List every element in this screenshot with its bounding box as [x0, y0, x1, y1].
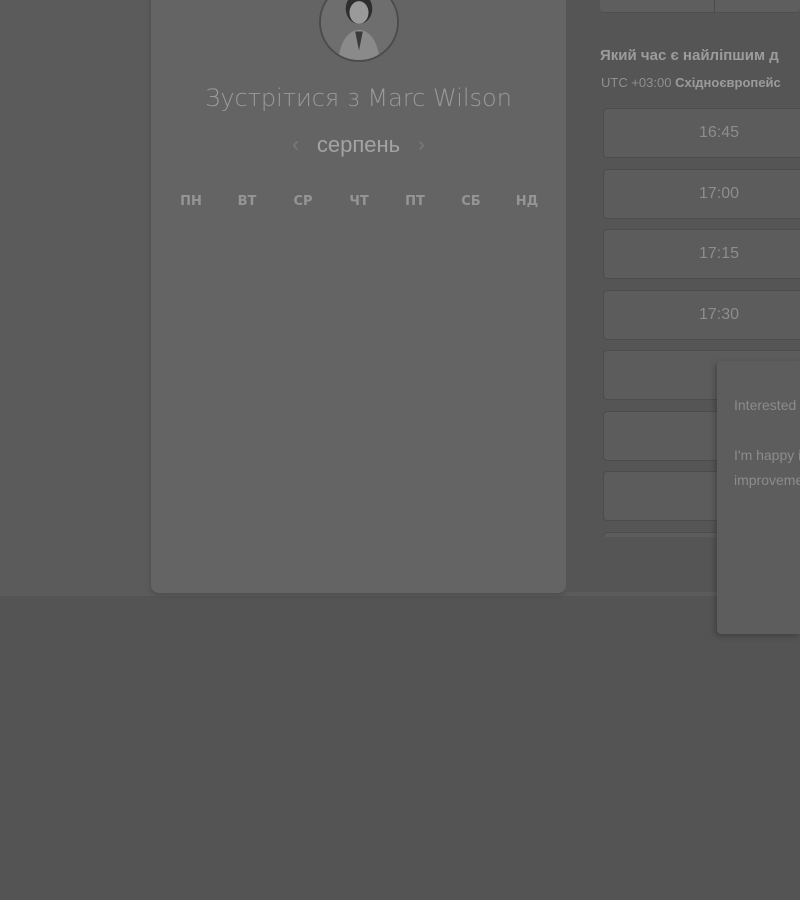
time-question-heading: Який час є найліпшим д — [600, 47, 779, 64]
weekday-header: ПН ВТ СР ЧТ ПТ СБ НД — [153, 194, 565, 209]
timezone-offset: UTC +03:00 — [601, 75, 672, 90]
panel-tabs[interactable] — [600, 0, 800, 13]
time-slot-button[interactable]: 17:15 — [603, 229, 800, 279]
weekday-label: СР — [293, 194, 313, 209]
month-navigation: ‹ серпень › — [151, 131, 566, 159]
time-slot-label: 17:15 — [698, 245, 740, 262]
weekday-label: ЧТ — [349, 194, 369, 209]
weekday-label: ВТ — [237, 194, 257, 209]
chevron-left-icon[interactable]: ‹ — [292, 131, 299, 159]
meeting-title: Зустрітися з Marc Wilson — [205, 84, 512, 112]
popup-message: Interested Managem department I'm happy … — [734, 393, 800, 518]
weekday-label: СБ — [461, 194, 481, 209]
tab-divider — [714, 0, 715, 12]
month-label: серпень — [316, 132, 401, 157]
popup-paragraph: I'm happy insight into use our pla impro… — [734, 447, 800, 488]
time-slot-label: 16:45 — [698, 124, 740, 141]
time-slot-button[interactable]: 17:30 — [603, 289, 800, 340]
time-slot-button[interactable]: 16:45 — [603, 108, 800, 158]
person-photo-icon — [321, 0, 397, 60]
timezone-label[interactable]: UTC +03:00 Східноєвропейс — [601, 75, 781, 90]
weekday-label: ПТ — [405, 194, 425, 209]
time-slot-label: 17:30 — [698, 305, 740, 323]
chevron-right-icon[interactable]: › — [418, 131, 425, 159]
timezone-name: Східноєвропейс — [675, 75, 781, 90]
time-slot-button[interactable]: 17:00 — [603, 168, 800, 219]
weekday-label: НД — [515, 194, 539, 209]
popup-paragraph: Interested Managem department — [734, 397, 800, 413]
info-popup: Interested Managem department I'm happy … — [717, 361, 800, 634]
time-slot-label: 17:00 — [698, 184, 740, 202]
weekday-label: ПН — [180, 194, 202, 209]
